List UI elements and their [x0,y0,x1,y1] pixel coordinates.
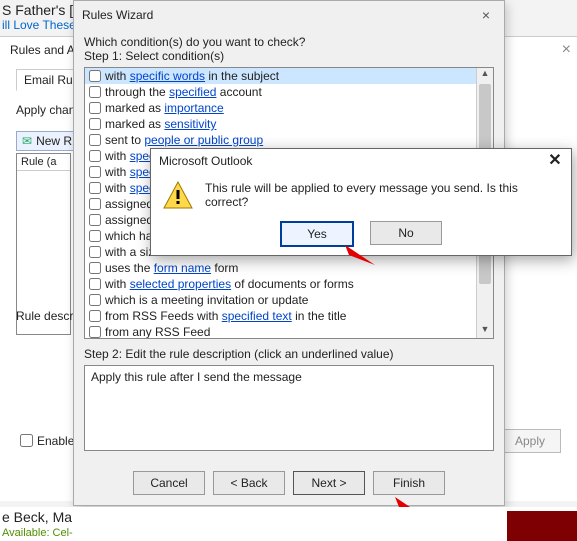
footer: e Beck, Ma Available: Cel- [0,507,577,541]
condition-checkbox[interactable] [89,70,101,82]
cancel-button[interactable]: Cancel [133,471,205,495]
condition-item[interactable]: with specific words in the subject [85,68,477,84]
rule-description-text: Apply this rule after I send the message [91,370,302,384]
condition-text: uses the form name form [105,261,238,275]
wizard-title: Rules Wizard [82,8,153,22]
condition-text: assigned [105,213,153,227]
condition-text: with a siz [105,245,154,259]
condition-item[interactable]: sent to people or public group [85,132,477,148]
condition-text: marked as sensitivity [105,117,216,131]
condition-text: which is a meeting invitation or update [105,293,308,307]
new-rule-label: New R [36,134,72,148]
window-title-fragment: S Father's [ [2,2,73,18]
scroll-up-icon[interactable]: ▲ [477,68,493,82]
footer-accent [507,511,577,541]
subtitle-fragment: ill Love These [2,18,76,32]
new-rule-button[interactable]: ✉ New R [16,131,78,151]
condition-text: with specific words in the subject [105,69,279,83]
footer-contact-name: e Beck, Ma [2,509,72,525]
condition-text: through the specified account [105,85,262,99]
condition-checkbox[interactable] [89,214,101,226]
rules-list-header: Rule (a [17,154,70,171]
condition-checkbox[interactable] [89,118,101,130]
scroll-down-icon[interactable]: ▼ [477,324,493,338]
wizard-step2-label: Step 2: Edit the rule description (click… [84,347,494,361]
condition-text: with spec [105,149,155,163]
condition-item[interactable]: from RSS Feeds with specified text in th… [85,308,477,324]
condition-item[interactable]: marked as sensitivity [85,116,477,132]
condition-text: with spec [105,165,155,179]
condition-checkbox[interactable] [89,102,101,114]
condition-checkbox[interactable] [89,294,101,306]
apply-button[interactable]: Apply [499,429,561,453]
condition-text: with spec [105,181,155,195]
condition-checkbox[interactable] [89,230,101,242]
condition-item[interactable]: which is a meeting invitation or update [85,292,477,308]
condition-text: from any RSS Feed [105,325,210,338]
enable-checkbox-row[interactable]: Enable [16,431,74,450]
condition-checkbox[interactable] [89,150,101,162]
condition-checkbox[interactable] [89,310,101,322]
condition-text: which ha [105,229,152,243]
confirm-dialog: Microsoft Outlook ✕ This rule will be ap… [150,148,572,256]
rules-list-box[interactable]: Rule (a [16,153,71,335]
condition-item[interactable]: through the specified account [85,84,477,100]
confirm-dialog-text: This rule will be applied to every messa… [205,181,559,209]
rule-description-box[interactable]: Apply this rule after I send the message [84,365,494,451]
condition-checkbox[interactable] [89,134,101,146]
condition-text: with selected properties of documents or… [105,277,354,291]
enable-checkbox[interactable] [20,434,33,447]
condition-checkbox[interactable] [89,198,101,210]
condition-text: sent to people or public group [105,133,263,147]
wizard-question: Which condition(s) do you want to check? [84,35,494,49]
back-button[interactable]: < Back [213,471,285,495]
condition-item[interactable]: from any RSS Feed [85,324,477,338]
close-icon[interactable]: × [476,6,496,24]
yes-button[interactable]: Yes [280,221,354,247]
condition-checkbox[interactable] [89,246,101,258]
next-button[interactable]: Next > [293,471,365,495]
no-button[interactable]: No [370,221,442,245]
condition-checkbox[interactable] [89,326,101,338]
condition-text: from RSS Feeds with specified text in th… [105,309,346,323]
condition-checkbox[interactable] [89,86,101,98]
breadcrumb: Rules and A [10,43,75,57]
confirm-dialog-title: Microsoft Outlook [159,154,252,168]
condition-item[interactable]: marked as importance [85,100,477,116]
condition-checkbox[interactable] [89,182,101,194]
condition-item[interactable]: with selected properties of documents or… [85,276,477,292]
condition-text: marked as importance [105,101,224,115]
new-rule-icon: ✉ [22,134,32,148]
apply-changes-label: Apply chan [16,103,75,117]
close-icon[interactable]: × [562,41,571,59]
wizard-step1-label: Step 1: Select condition(s) [84,49,494,63]
close-icon[interactable]: ✕ [545,152,565,170]
condition-text: assigned [105,197,153,211]
warning-icon [163,181,193,209]
finish-button[interactable]: Finish [373,471,445,495]
condition-item[interactable]: uses the form name form [85,260,477,276]
footer-availability: Available: Cel- [2,527,73,539]
rule-descr-label: Rule descr [16,309,73,323]
condition-checkbox[interactable] [89,166,101,178]
condition-checkbox[interactable] [89,262,101,274]
condition-checkbox[interactable] [89,278,101,290]
enable-label: Enable [37,434,74,448]
